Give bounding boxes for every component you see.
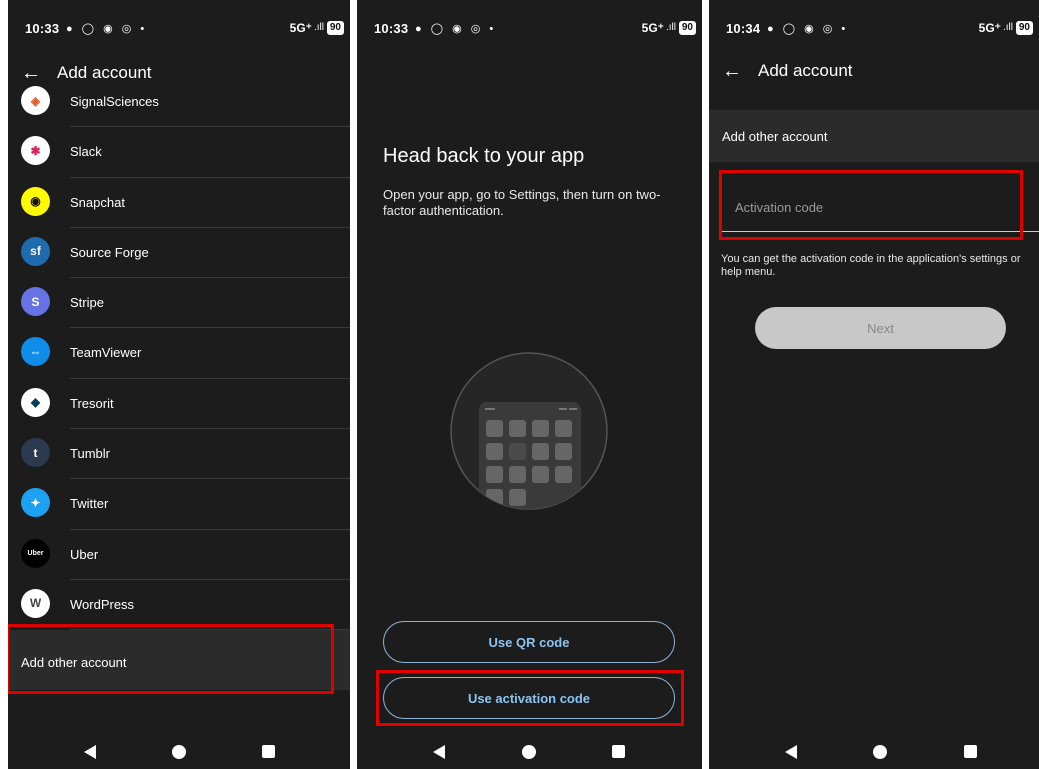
network-indicator: 5G⁺: [641, 21, 664, 35]
account-list-item[interactable]: sf Source Forge: [8, 228, 350, 279]
activation-code-screen: 10:34 ● ◯ ◉ ◎ • 5G⁺ .ıll 90 ← Add accoun…: [709, 0, 1039, 769]
nav-recents-icon[interactable]: [612, 745, 625, 758]
nav-recents-icon[interactable]: [964, 745, 977, 758]
account-label: Stripe: [70, 295, 104, 311]
slack-icon: ✱: [21, 136, 50, 166]
nav-back-icon[interactable]: [84, 745, 96, 759]
next-button[interactable]: Next: [755, 307, 1006, 349]
section-header: Add other account: [709, 110, 1039, 162]
account-list-item[interactable]: ◉ Snapchat: [8, 178, 350, 228]
account-list: ◈ SignalSciences ✱ Slack ◉ Snapchat sf Source F…: [8, 77, 350, 631]
signal-icon: .ıll: [1003, 22, 1013, 33]
status-bar: 10:33 ● ◯ ◉ ◎ • 5G⁺ .ıll 90: [8, 18, 350, 40]
uber-icon: Uber: [21, 538, 50, 568]
add-account-list-screen: 10:33 ● ◯ ◉ ◎ • 5G⁺ .ıll 90 ← Add accoun…: [8, 0, 350, 769]
account-list-item[interactable]: W WordPress: [8, 580, 350, 631]
status-time: 10:34: [726, 21, 761, 36]
nav-home-icon[interactable]: [522, 745, 536, 759]
help-text-line: help menu.: [721, 266, 776, 278]
battery-icon: 90: [678, 21, 696, 35]
wordpress-icon: W: [21, 588, 50, 618]
status-bar: 10:33 ● ◯ ◉ ◎ • 5G⁺ .ıll 90: [357, 18, 702, 40]
nav-bar: [8, 735, 350, 769]
notification-icons: ● ◯ ◉ ◎ •: [66, 23, 148, 35]
account-list-item[interactable]: ✦ Twitter: [8, 479, 350, 530]
tresorit-icon: ◆: [21, 387, 50, 417]
account-list-item[interactable]: ◈ SignalSciences: [8, 77, 350, 128]
account-label: WordPress: [70, 596, 135, 612]
head-back-screen: 10:33 ● ◯ ◉ ◎ • 5G⁺ .ıll 90 Head back to…: [357, 0, 702, 769]
nav-back-icon[interactable]: [433, 745, 445, 759]
account-list-item[interactable]: ✱ Slack: [8, 127, 350, 178]
account-list-item[interactable]: S Stripe: [8, 278, 350, 329]
signal-icon: .ıll: [314, 22, 324, 33]
notification-icons: ● ◯ ◉ ◎ •: [767, 23, 849, 35]
teamviewer-icon: ⇔: [21, 337, 50, 367]
highlight-box: [376, 670, 684, 726]
nav-bar: [357, 735, 702, 769]
status-bar: 10:34 ● ◯ ◉ ◎ • 5G⁺ .ıll 90: [709, 18, 1039, 40]
account-label: Tumblr: [70, 446, 110, 462]
stripe-icon: S: [21, 287, 50, 317]
nav-recents-icon[interactable]: [262, 745, 275, 758]
account-label: Twitter: [70, 496, 109, 512]
snapchat-icon: ◉: [21, 186, 50, 216]
sourceforge-icon: sf: [21, 236, 50, 266]
account-label: Source Forge: [70, 244, 149, 260]
account-list-item[interactable]: ◆ Tresorit: [8, 379, 350, 430]
signalsciences-icon: ◈: [21, 86, 50, 115]
signal-icon: .ıll: [666, 22, 676, 33]
account-label: Uber: [70, 546, 99, 562]
battery-icon: 90: [1015, 21, 1033, 35]
account-list-item[interactable]: Uber Uber: [8, 530, 350, 580]
twitter-icon: ✦: [21, 488, 50, 518]
account-list-item[interactable]: ⇔ TeamViewer: [8, 328, 350, 379]
highlight-box: [8, 624, 334, 694]
app-grid-illustration: [450, 352, 608, 510]
highlight-box: [719, 170, 1023, 240]
section-label: Add other account: [722, 129, 828, 144]
status-time: 10:33: [374, 21, 409, 36]
network-indicator: 5G⁺: [289, 21, 312, 35]
network-indicator: 5G⁺: [978, 21, 1001, 35]
battery-icon: 90: [326, 21, 344, 35]
back-arrow-icon[interactable]: ←: [722, 60, 742, 83]
notification-icons: ● ◯ ◉ ◎ •: [415, 23, 497, 35]
help-text-line: You can get the activation code in the a…: [721, 253, 1021, 265]
nav-back-icon[interactable]: [785, 745, 797, 759]
account-label: Tresorit: [70, 395, 114, 411]
nav-home-icon[interactable]: [873, 745, 887, 759]
tumblr-icon: t: [21, 438, 50, 468]
nav-home-icon[interactable]: [172, 745, 186, 759]
use-qr-code-button[interactable]: Use QR code: [383, 621, 675, 663]
status-time: 10:33: [25, 21, 60, 36]
account-list-item[interactable]: t Tumblr: [8, 429, 350, 480]
help-text: You can get the activation code in the a…: [721, 253, 1039, 279]
account-label: TeamViewer: [70, 345, 142, 361]
nav-bar: [709, 735, 1039, 769]
account-label: Slack: [70, 144, 102, 160]
instructions-text: Open your app, go to Settings, then turn…: [383, 187, 661, 218]
account-label: Snapchat: [70, 194, 125, 210]
page-heading: Head back to your app: [383, 145, 585, 167]
account-label: SignalSciences: [70, 94, 159, 109]
page-title: Add account: [758, 61, 853, 80]
app-bar: ← Add account: [709, 51, 1039, 95]
